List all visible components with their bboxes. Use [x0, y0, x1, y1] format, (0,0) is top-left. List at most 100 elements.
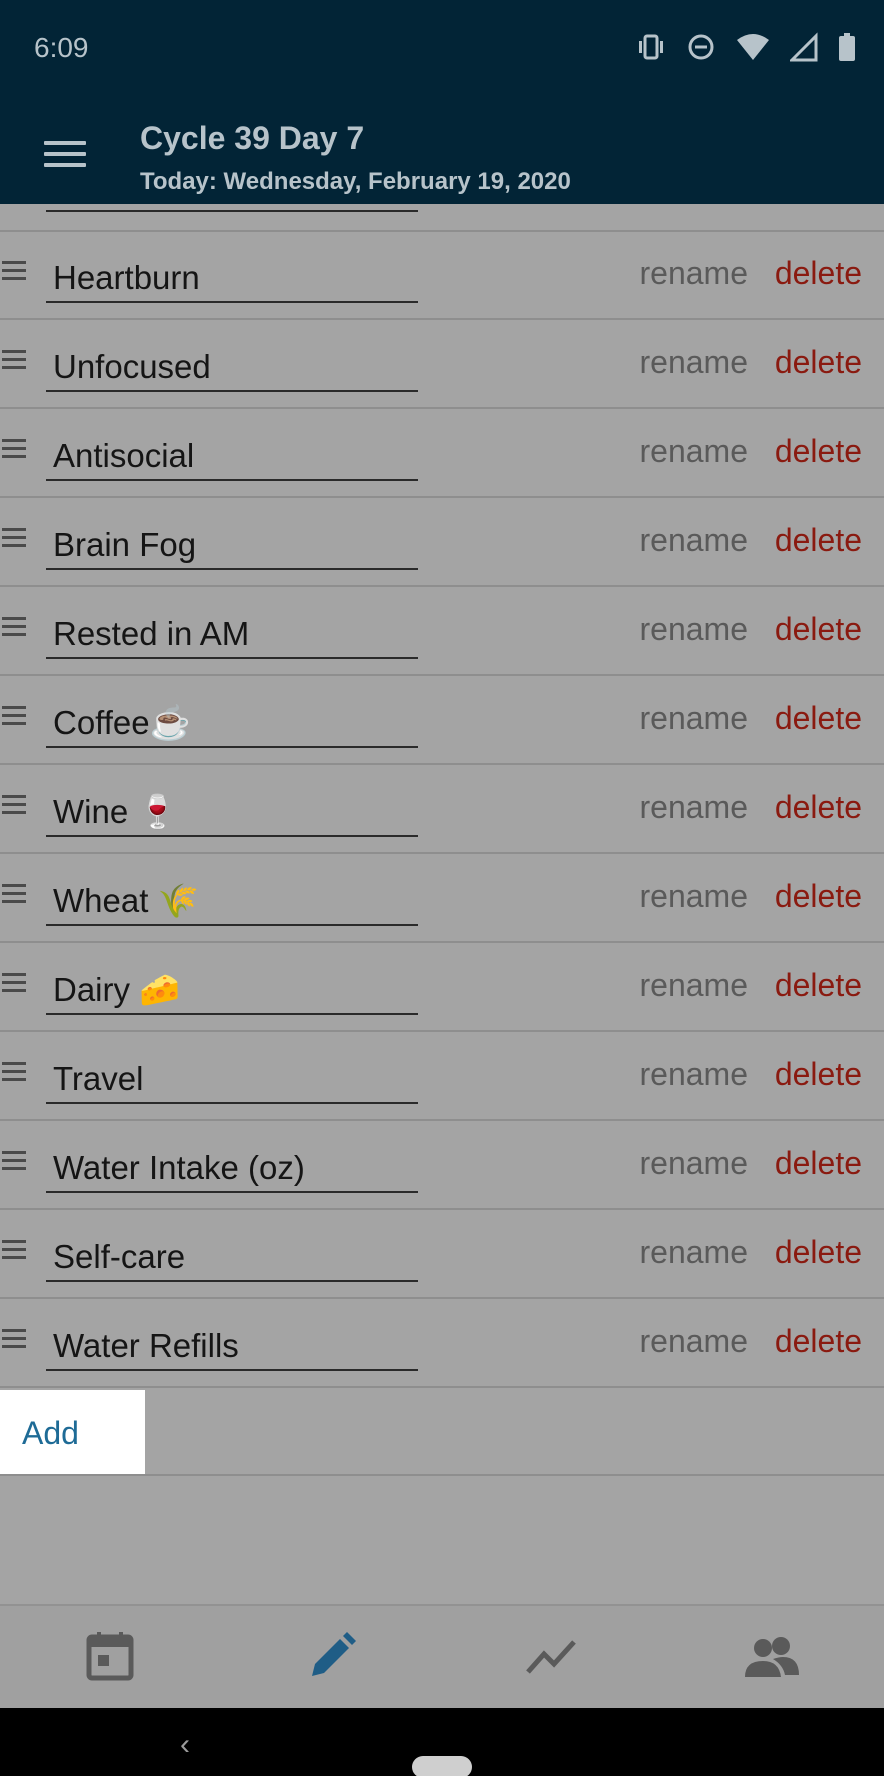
- drag-handle-icon[interactable]: [2, 350, 26, 370]
- rename-button[interactable]: rename: [640, 878, 749, 915]
- people-icon: [743, 1635, 801, 1682]
- add-button[interactable]: Add: [0, 1390, 145, 1476]
- rename-button[interactable]: rename: [640, 1234, 749, 1271]
- list-item: Wheat 🌾 rename delete: [0, 854, 884, 943]
- text-field-underline: [46, 390, 418, 392]
- delete-button[interactable]: delete: [775, 878, 862, 915]
- back-chevron-icon[interactable]: ‹: [180, 1728, 190, 1762]
- drag-handle-icon[interactable]: [2, 1240, 26, 1260]
- delete-button[interactable]: delete: [775, 255, 862, 292]
- delete-button[interactable]: delete: [775, 700, 862, 737]
- drag-handle-icon[interactable]: [2, 261, 26, 281]
- drag-handle-icon[interactable]: [2, 439, 26, 459]
- delete-button[interactable]: delete: [775, 344, 862, 381]
- item-name[interactable]: Heartburn: [53, 259, 200, 297]
- item-name[interactable]: Rested in AM: [53, 615, 249, 653]
- calendar-icon: [86, 1631, 134, 1686]
- rename-button[interactable]: rename: [640, 700, 749, 737]
- delete-button[interactable]: delete: [775, 1145, 862, 1182]
- item-name[interactable]: Wheat 🌾: [53, 882, 199, 921]
- text-field-underline: [46, 1102, 418, 1104]
- delete-button[interactable]: delete: [775, 433, 862, 470]
- list-item: Water Intake (oz) rename delete: [0, 1121, 884, 1210]
- delete-button[interactable]: delete: [775, 967, 862, 1004]
- tab-people[interactable]: [742, 1628, 802, 1688]
- vibrate-icon: [636, 32, 666, 67]
- delete-button[interactable]: delete: [775, 1234, 862, 1271]
- drag-handle-icon[interactable]: [2, 1329, 26, 1349]
- drag-handle-icon[interactable]: [2, 973, 26, 993]
- rename-button[interactable]: rename: [640, 344, 749, 381]
- item-name[interactable]: Travel: [53, 1060, 143, 1098]
- drag-handle-icon[interactable]: [2, 884, 26, 904]
- item-name[interactable]: Brain Fog: [53, 526, 196, 564]
- delete-button[interactable]: delete: [775, 1056, 862, 1093]
- page-title: Cycle 39 Day 7: [140, 120, 365, 156]
- tab-edit[interactable]: [302, 1628, 362, 1688]
- rename-button[interactable]: rename: [640, 611, 749, 648]
- rename-button[interactable]: rename: [640, 433, 749, 470]
- battery-icon: [838, 32, 856, 67]
- item-name[interactable]: Water Refills: [53, 1327, 239, 1365]
- drag-handle-icon[interactable]: [2, 1062, 26, 1082]
- drag-handle-icon[interactable]: [2, 1151, 26, 1171]
- tab-calendar[interactable]: [80, 1628, 140, 1688]
- do-not-disturb-icon: [686, 32, 716, 67]
- status-time: 6:09: [34, 32, 89, 63]
- list-item: Self-care rename delete: [0, 1210, 884, 1299]
- drag-handle-icon[interactable]: [2, 706, 26, 726]
- status-bar: 6:09: [0, 0, 884, 100]
- rename-button[interactable]: rename: [640, 255, 749, 292]
- text-field-underline: [46, 1191, 418, 1193]
- rename-button[interactable]: rename: [640, 789, 749, 826]
- rename-button[interactable]: rename: [640, 967, 749, 1004]
- list-item: Heartburn rename delete: [0, 231, 884, 320]
- list-item-partial: [0, 204, 884, 232]
- item-name[interactable]: Wine 🍷: [53, 793, 178, 832]
- home-pill-icon[interactable]: [412, 1756, 472, 1776]
- text-field-underline: [46, 479, 418, 481]
- system-nav-bar: ‹: [0, 1708, 884, 1776]
- drag-handle-icon[interactable]: [2, 528, 26, 548]
- rename-button[interactable]: rename: [640, 1145, 749, 1182]
- signal-icon: [788, 32, 818, 67]
- delete-button[interactable]: delete: [775, 789, 862, 826]
- delete-button[interactable]: delete: [775, 611, 862, 648]
- drag-handle-icon[interactable]: [2, 795, 26, 815]
- pencil-icon: [307, 1631, 357, 1686]
- list-item: Water Refills rename delete: [0, 1299, 884, 1388]
- list-item: Antisocial rename delete: [0, 409, 884, 498]
- tab-trends[interactable]: [522, 1628, 582, 1688]
- text-field-underline: [46, 835, 418, 837]
- menu-icon[interactable]: [44, 141, 86, 167]
- text-field-underline: [46, 1280, 418, 1282]
- text-field-underline: [46, 657, 418, 659]
- list-item: Rested in AM rename delete: [0, 587, 884, 676]
- drag-handle-icon[interactable]: [2, 617, 26, 637]
- text-field-underline: [46, 746, 418, 748]
- list-item: Travel rename delete: [0, 1032, 884, 1121]
- item-name[interactable]: Water Intake (oz): [53, 1149, 305, 1187]
- list-item: Coffee☕ rename delete: [0, 676, 884, 765]
- list-item: Dairy 🧀 rename delete: [0, 943, 884, 1032]
- rename-button[interactable]: rename: [640, 522, 749, 559]
- rename-button[interactable]: rename: [640, 1056, 749, 1093]
- delete-button[interactable]: delete: [775, 1323, 862, 1360]
- item-name[interactable]: Coffee☕: [53, 704, 191, 743]
- text-field-underline: [46, 1369, 418, 1371]
- trend-chart-icon: [526, 1636, 578, 1681]
- text-field-underline: [46, 924, 418, 926]
- item-name[interactable]: Antisocial: [53, 437, 194, 475]
- item-name[interactable]: Dairy 🧀: [53, 971, 180, 1010]
- text-field-underline: [46, 1013, 418, 1015]
- delete-button[interactable]: delete: [775, 522, 862, 559]
- rename-button[interactable]: rename: [640, 1323, 749, 1360]
- item-name[interactable]: Self-care: [53, 1238, 185, 1276]
- item-name[interactable]: Unfocused: [53, 348, 211, 386]
- list-item: Unfocused rename delete: [0, 320, 884, 409]
- text-field-underline: [46, 301, 418, 303]
- app-bar: Cycle 39 Day 7 Today: Wednesday, Februar…: [0, 100, 884, 204]
- divider: [0, 1474, 884, 1476]
- list-item: Wine 🍷 rename delete: [0, 765, 884, 854]
- page-subtitle: Today: Wednesday, February 19, 2020: [140, 168, 571, 195]
